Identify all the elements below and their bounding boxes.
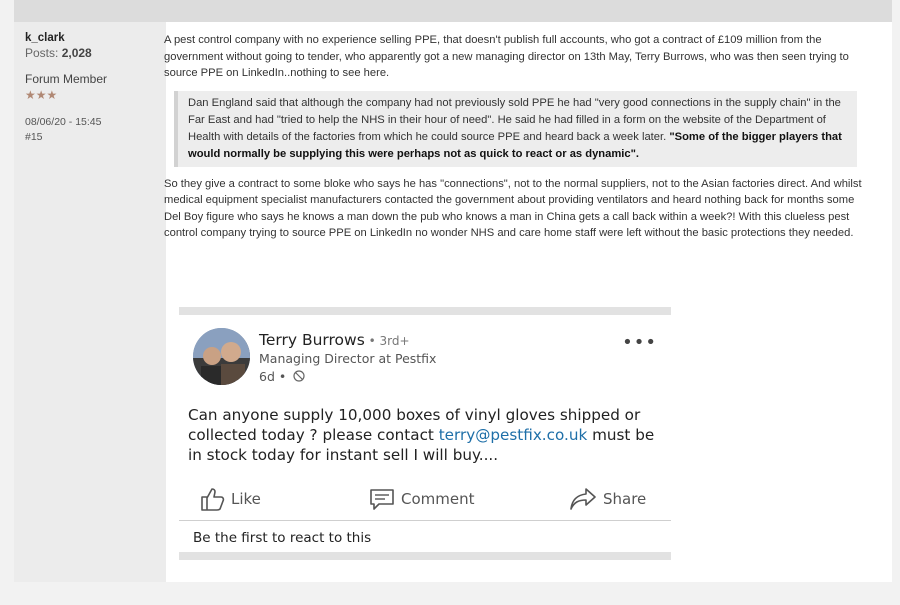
post-paragraph: So they give a contract to some bloke wh… [164,177,862,240]
react-prompt: Be the first to react to this [193,530,372,546]
connection-degree: • 3rd+ [364,334,410,348]
post-paragraph: A pest control company with no experienc… [164,34,849,79]
email-link: terry@pestfix.co.uk [438,426,588,444]
post-age-text: 6d • [259,369,287,384]
comment-action: Comment [369,483,475,515]
like-action: Like [199,483,261,515]
linkedin-post-image: Terry Burrows • 3rd+ Managing Director a… [179,307,671,560]
avatar [193,328,250,385]
user-info-pane: k_clark Posts: 2,028 Forum Member ★★★ 08… [14,22,166,582]
posts-label: Posts: [25,46,59,60]
post-number-link[interactable]: #15 [25,131,166,143]
linkedin-action-bar: Like Comment Share [179,483,671,515]
linkedin-author-name: Terry Burrows • 3rd+ [259,331,410,349]
posts-count-value: 2,028 [61,46,92,60]
more-options-icon: ••• [622,332,657,353]
linkedin-author-role: Managing Director at Pestfix [259,351,437,366]
post-header-bar [14,0,892,22]
post-timestamp: 08/06/20 - 15:45 [25,116,102,128]
comment-label: Comment [401,490,475,508]
quote-block: Dan England said that although the compa… [174,90,857,167]
divider [179,520,671,521]
globe-icon [293,370,305,382]
post-body: A pest control company with no experienc… [164,32,864,242]
username-link[interactable]: k_clark [25,32,166,44]
share-action: Share [569,483,646,515]
like-label: Like [231,490,261,508]
thumbs-up-icon [201,488,225,511]
author-name-text: Terry Burrows [259,331,365,349]
rank-stars-icon: ★★★ [25,88,58,102]
comment-icon [370,489,394,510]
linkedin-post-time: 6d • [259,369,305,384]
user-rank-title: Forum Member [25,72,108,86]
post-count: Posts: 2,028 [25,46,166,60]
linkedin-post-text: Can anyone supply 10,000 boxes of vinyl … [188,405,658,465]
share-arrow-icon [570,488,596,510]
share-label: Share [603,490,647,508]
